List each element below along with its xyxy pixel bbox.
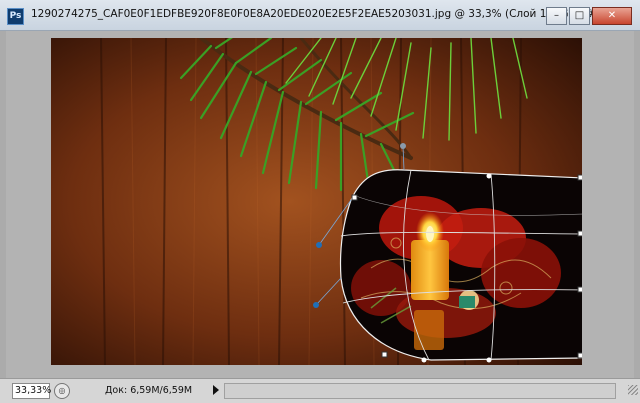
zoom-preview-icon[interactable]: ◎	[54, 383, 70, 399]
maximize-icon: □	[574, 10, 585, 21]
photoshop-document-window: Ps 1290274275_CAF0E0F1EDFBE920F8E0F0E8A2…	[0, 0, 640, 403]
status-bar: 33,33% ◎ Док: 6,59M/6,59M	[0, 378, 640, 403]
canvas-area[interactable]	[6, 31, 634, 379]
title-bar[interactable]: Ps 1290274275_CAF0E0F1EDFBE920F8E0F0E8A2…	[0, 0, 640, 31]
window-controls: – □ ✕	[546, 7, 632, 25]
horizontal-scrollbar[interactable]	[224, 383, 616, 399]
close-icon: ✕	[607, 10, 617, 21]
resize-grip-icon[interactable]	[628, 385, 638, 395]
maximize-button[interactable]: □	[569, 7, 590, 25]
close-button[interactable]: ✕	[592, 7, 632, 25]
minimize-button[interactable]: –	[546, 7, 567, 25]
status-arrow-icon[interactable]	[213, 385, 219, 395]
zoom-level-input[interactable]: 33,33%	[12, 383, 51, 399]
minimize-icon: –	[554, 10, 559, 21]
document-size-info: Док: 6,59M/6,59M	[105, 385, 193, 396]
photoshop-app-icon: Ps	[7, 8, 24, 25]
document-canvas[interactable]	[51, 38, 582, 365]
image-content	[51, 38, 582, 365]
document-title: 1290274275_CAF0E0F1EDFBE920F8E0F0E8A20ED…	[31, 8, 608, 20]
